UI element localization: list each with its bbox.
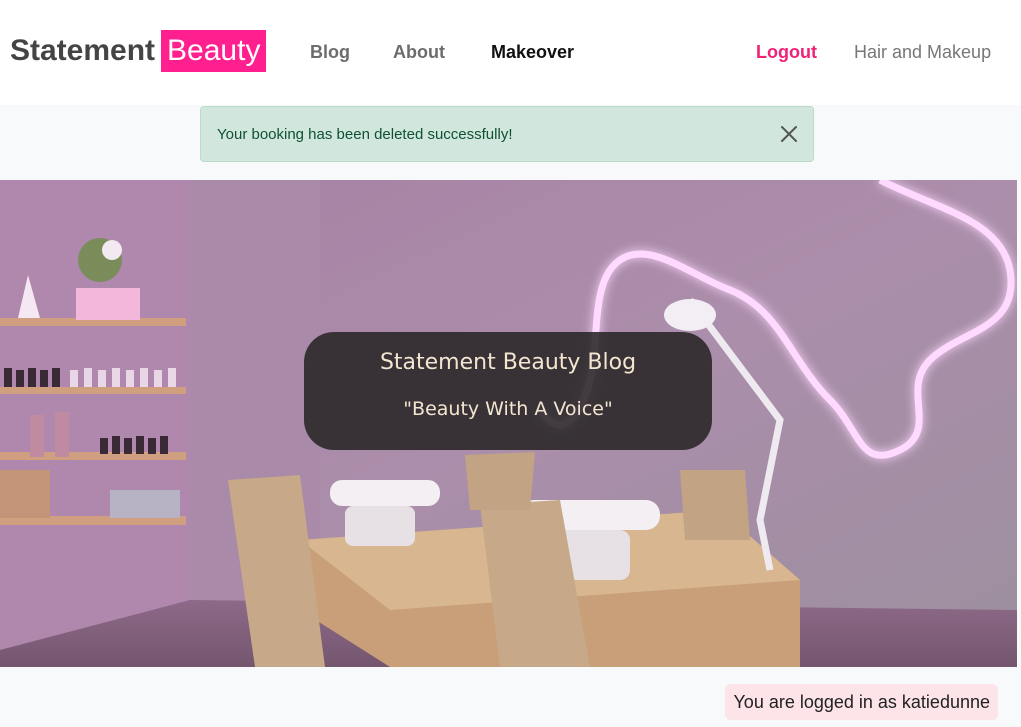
hero-caption: Statement Beauty Blog "Beauty With A Voi… [304, 332, 712, 450]
login-status-badge: You are logged in as katiedunne [725, 684, 998, 720]
alert-message: Your booking has been deleted successful… [217, 126, 513, 143]
nav-logout[interactable]: Logout [756, 40, 817, 64]
nav-blog[interactable]: Blog [310, 40, 350, 64]
nav-about[interactable]: About [393, 40, 445, 64]
navbar: Statement Beauty Blog About Makeover Log… [0, 0, 1021, 105]
brand-name: Statement [10, 34, 156, 67]
nav-makeover[interactable]: Makeover [491, 40, 574, 64]
close-icon[interactable] [779, 124, 799, 144]
nav-hair-and-makeup[interactable]: Hair and Makeup [854, 40, 991, 64]
hero-subtitle: "Beauty With A Voice" [403, 398, 613, 420]
brand-logo[interactable]: Statement Beauty [10, 30, 267, 72]
success-alert: Your booking has been deleted successful… [200, 106, 814, 162]
hero-title: Statement Beauty Blog [379, 350, 637, 375]
brand-accent: Beauty [161, 30, 267, 72]
